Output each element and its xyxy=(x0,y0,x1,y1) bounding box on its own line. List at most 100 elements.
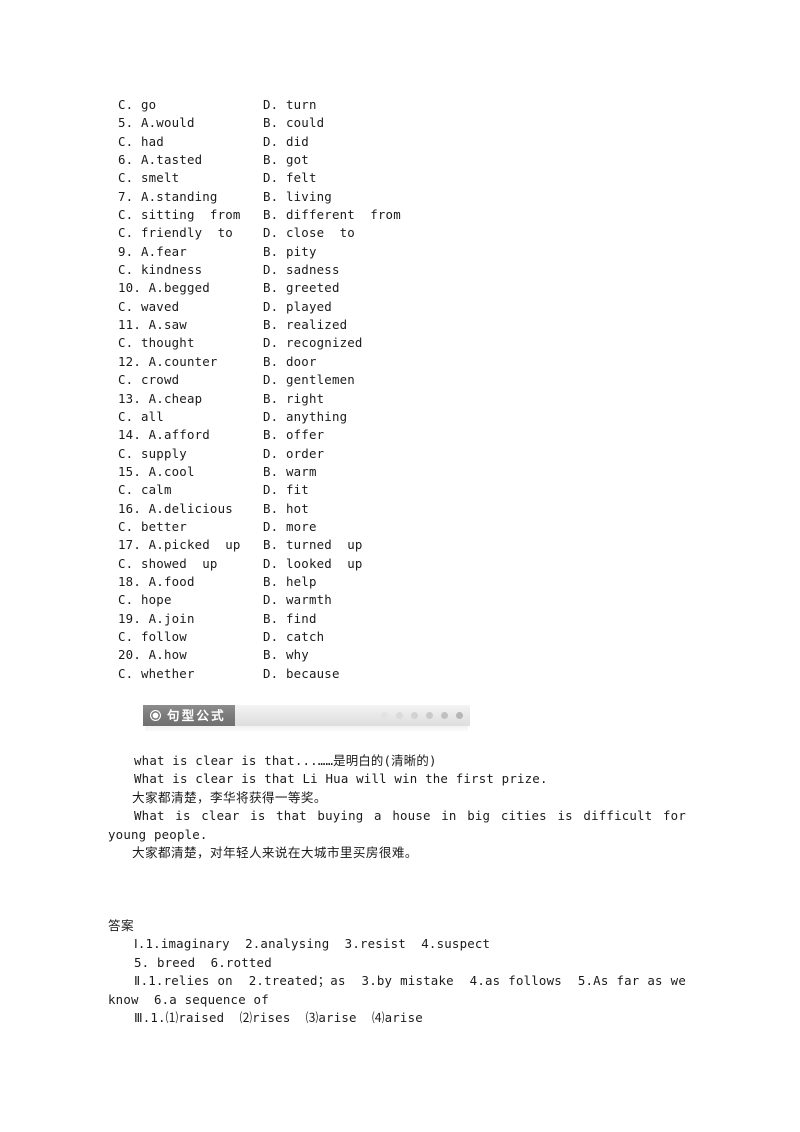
section-header-dot xyxy=(411,712,418,719)
mcq-option-left[interactable]: C. sitting from xyxy=(118,206,241,224)
mcq-option-left[interactable]: 11. A.saw xyxy=(118,316,187,334)
mcq-option-right[interactable]: B. turned up xyxy=(263,536,363,554)
mcq-option-right[interactable]: D. sadness xyxy=(263,261,340,279)
mcq-option-right[interactable]: D. because xyxy=(263,665,340,683)
answers-section: 答案 Ⅰ.1.imaginary 2.analysing 3.resist 4.… xyxy=(108,916,686,1028)
mcq-option-row: 17. A.picked up B. turned up xyxy=(108,536,708,554)
mcq-option-right[interactable]: D. recognized xyxy=(263,334,363,352)
mcq-option-right[interactable]: B. help xyxy=(263,573,317,591)
mcq-option-row: 12. A.counter B. door xyxy=(108,353,708,371)
mcq-option-right[interactable]: D. did xyxy=(263,133,309,151)
mcq-option-left[interactable]: 17. A.picked up xyxy=(118,536,241,554)
mcq-option-row: 15. A.cool B. warm xyxy=(108,463,708,481)
mcq-option-row: C. showed up D. looked up xyxy=(108,555,708,573)
mcq-option-left[interactable]: 18. A.food xyxy=(118,573,195,591)
mcq-option-left[interactable]: 12. A.counter xyxy=(118,353,218,371)
mcq-option-right[interactable]: B. living xyxy=(263,188,332,206)
mcq-option-left[interactable]: C. thought xyxy=(118,334,195,352)
section-header-dot xyxy=(456,712,463,719)
mcq-option-row: 18. A.food B. help xyxy=(108,573,708,591)
section-header-title: 句型公式 xyxy=(167,708,226,723)
mcq-option-right[interactable]: D. more xyxy=(263,518,317,536)
mcq-option-row: C. friendly to D. close to xyxy=(108,224,708,242)
mcq-option-row: 10. A.begged B. greeted xyxy=(108,279,708,297)
mcq-option-left[interactable]: C. all xyxy=(118,408,164,426)
section-header-underbar xyxy=(145,726,468,731)
mcq-option-right[interactable]: B. find xyxy=(263,610,317,628)
mcq-option-left[interactable]: C. follow xyxy=(118,628,187,646)
mcq-option-left[interactable]: C. better xyxy=(118,518,187,536)
mcq-option-left[interactable]: 16. A.delicious xyxy=(118,500,233,518)
mcq-option-right[interactable]: B. greeted xyxy=(263,279,340,297)
mcq-option-left[interactable]: C. whether xyxy=(118,665,195,683)
mcq-option-left[interactable]: 9. A.fear xyxy=(118,243,187,261)
mcq-option-right[interactable]: D. anything xyxy=(263,408,347,426)
mcq-option-right[interactable]: D. turn xyxy=(263,96,317,114)
mcq-option-row: C. better D. more xyxy=(108,518,708,536)
mcq-option-right[interactable]: D. fit xyxy=(263,481,309,499)
mcq-option-right[interactable]: D. catch xyxy=(263,628,324,646)
answer-line: Ⅰ.1.imaginary 2.analysing 3.resist 4.sus… xyxy=(134,936,491,951)
mcq-option-left[interactable]: C. supply xyxy=(118,445,187,463)
mcq-option-left[interactable]: 5. A.would xyxy=(118,114,195,132)
mcq-option-right[interactable]: B. why xyxy=(263,646,309,664)
mcq-option-left[interactable]: C. friendly to xyxy=(118,224,233,242)
mcq-option-row: C. hope D. warmth xyxy=(108,591,708,609)
mcq-option-left[interactable]: 14. A.afford xyxy=(118,426,210,444)
section-header-dot xyxy=(441,712,448,719)
section-header-dot xyxy=(381,712,388,719)
section-header-sentence-pattern: 句型公式 xyxy=(143,705,470,731)
mcq-option-row: C. sitting from B. different from xyxy=(108,206,708,224)
mcq-option-left[interactable]: 10. A.begged xyxy=(118,279,210,297)
mcq-option-right[interactable]: B. right xyxy=(263,390,324,408)
mcq-option-row: 20. A.how B. why xyxy=(108,646,708,664)
mcq-option-right[interactable]: D. order xyxy=(263,445,324,463)
mcq-option-left[interactable]: 13. A.cheap xyxy=(118,390,202,408)
mcq-option-right[interactable]: B. got xyxy=(263,151,309,169)
sentence-pattern-formula: what is clear is that...……是明白的(清晰的) xyxy=(134,753,437,768)
mcq-option-right[interactable]: B. hot xyxy=(263,500,309,518)
mcq-option-row: 6. A.tasted B. got xyxy=(108,151,708,169)
mcq-option-right[interactable]: B. door xyxy=(263,353,317,371)
mcq-option-left[interactable]: C. had xyxy=(118,133,164,151)
mcq-option-left[interactable]: C. calm xyxy=(118,481,172,499)
mcq-option-right[interactable]: B. could xyxy=(263,114,324,132)
section-header-dot xyxy=(396,712,403,719)
mcq-option-row: C. thought D. recognized xyxy=(108,334,708,352)
sentence-pattern-example2-en: What is clear is that buying a house in … xyxy=(108,808,686,842)
mcq-option-left[interactable]: C. hope xyxy=(118,591,172,609)
mcq-option-row: C. crowd D. gentlemen xyxy=(108,371,708,389)
mcq-option-left[interactable]: C. kindness xyxy=(118,261,202,279)
mcq-option-right[interactable]: B. different from xyxy=(263,206,401,224)
mcq-option-row: 5. A.would B. could xyxy=(108,114,708,132)
mcq-option-right[interactable]: D. felt xyxy=(263,169,317,187)
multiple-choice-option-list: C. go D. turn 5. A.would B. could C. had D. d… xyxy=(108,96,708,683)
mcq-option-left[interactable]: 7. A.standing xyxy=(118,188,218,206)
mcq-option-row: 13. A.cheap B. right xyxy=(108,390,708,408)
mcq-option-right[interactable]: B. warm xyxy=(263,463,317,481)
mcq-option-row: C. had D. did xyxy=(108,133,708,151)
mcq-option-right[interactable]: B. realized xyxy=(263,316,347,334)
mcq-option-left[interactable]: C. waved xyxy=(118,298,179,316)
mcq-option-left[interactable]: C. go xyxy=(118,96,156,114)
mcq-option-row: C. supply D. order xyxy=(108,445,708,463)
section-header-dot xyxy=(426,712,433,719)
mcq-option-left[interactable]: C. showed up xyxy=(118,555,218,573)
mcq-option-left[interactable]: 6. A.tasted xyxy=(118,151,202,169)
mcq-option-right[interactable]: B. pity xyxy=(263,243,317,261)
mcq-option-left[interactable]: 20. A.how xyxy=(118,646,187,664)
mcq-option-right[interactable]: D. warmth xyxy=(263,591,332,609)
mcq-option-left[interactable]: 19. A.join xyxy=(118,610,195,628)
mcq-option-left[interactable]: C. smelt xyxy=(118,169,179,187)
mcq-option-right[interactable]: D. played xyxy=(263,298,332,316)
mcq-option-row: C. whether D. because xyxy=(108,665,708,683)
document-page: C. go D. turn 5. A.would B. could C. had D. d… xyxy=(0,0,800,1132)
mcq-option-right[interactable]: B. offer xyxy=(263,426,324,444)
mcq-option-left[interactable]: 15. A.cool xyxy=(118,463,195,481)
mcq-option-row: C. smelt D. felt xyxy=(108,169,708,187)
mcq-option-right[interactable]: D. gentlemen xyxy=(263,371,355,389)
answers-title: 答案 xyxy=(108,918,134,933)
mcq-option-right[interactable]: D. looked up xyxy=(263,555,363,573)
mcq-option-left[interactable]: C. crowd xyxy=(118,371,179,389)
mcq-option-right[interactable]: D. close to xyxy=(263,224,355,242)
